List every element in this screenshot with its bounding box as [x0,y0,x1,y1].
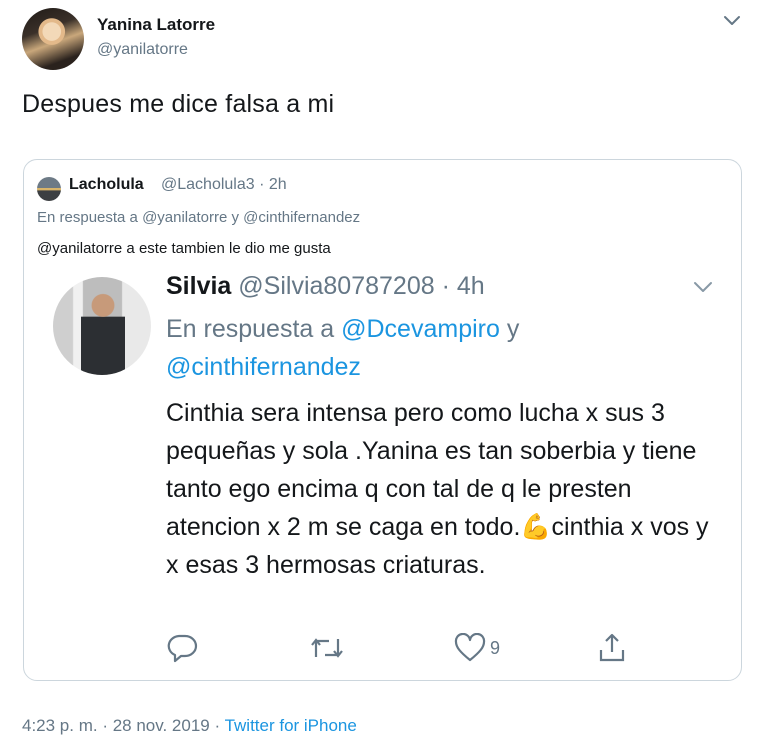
reply-prefix: En respuesta a [166,315,342,343]
screenshot-author-avatar [53,277,151,375]
timestamp[interactable]: 4:23 p. m. · 28 nov. 2019 · [22,716,225,735]
quoted-author-handle-time: @Lacholula3 · 2h [161,176,287,193]
mention-dcevampiro: @Dcevampiro [341,315,500,343]
quoted-reply-to: En respuesta a @yanilatorre y @cinthifer… [37,209,361,226]
screenshot-header: Silvia @Silvia80787208 · 4h [166,272,485,300]
chevron-down-icon[interactable] [722,14,742,28]
tweet-text: Despues me dice falsa a mi [22,90,335,118]
screenshot-tweet-text: Cinthia sera intensa pero como lucha x s… [166,394,726,584]
retweet-icon [311,638,343,658]
tweet: Yanina Latorre @yanilatorre Despues me d… [0,0,767,741]
chevron-down-icon [694,282,712,292]
source-link[interactable]: Twitter for iPhone [225,716,357,735]
quoted-tweet-card[interactable]: Lacholula @Lacholula3 · 2h En respuesta … [23,159,742,681]
author-name[interactable]: Yanina Latorre [97,15,215,35]
screenshot-author-name: Silvia [166,272,232,300]
tweet-metadata: 4:23 p. m. · 28 nov. 2019 · Twitter for … [22,716,357,736]
mention-cinthifernandez: @cinthifernandez [166,353,361,381]
share-button[interactable] [596,630,628,666]
like-button[interactable]: 9 [454,630,500,666]
heart-icon [454,633,486,662]
quoted-author-avatar [37,177,61,201]
quoted-tweet-text: @yanilatorre a este tambien le dio me gu… [37,240,331,257]
reply-button[interactable] [166,630,198,666]
quoted-author-name: Lacholula [69,176,144,193]
retweet-button[interactable] [309,630,345,666]
reply-icon [167,634,198,663]
author-avatar[interactable] [22,8,84,70]
flexed-biceps-icon: 💪 [520,513,552,541]
reply-and: y [499,315,520,343]
action-bar: 9 [24,630,743,670]
screenshot-reply-to: En respuesta a @Dcevampiro y @cinthifern… [166,310,726,386]
screenshot-handle-time: @Silvia80787208 · 4h [238,272,485,300]
author-handle[interactable]: @yanilatorre [97,41,188,59]
share-icon [599,633,625,662]
like-count: 9 [490,637,501,658]
